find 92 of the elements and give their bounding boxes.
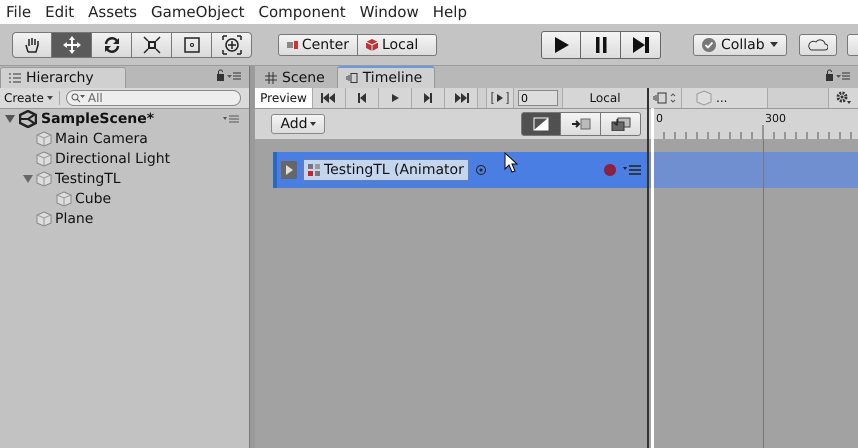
settings-button[interactable] bbox=[828, 88, 858, 108]
mouse-cursor-icon bbox=[504, 152, 518, 174]
menu-item[interactable]: Assets bbox=[88, 3, 137, 21]
caret-icon bbox=[770, 42, 778, 47]
panel-tab[interactable]: Scene bbox=[257, 68, 337, 88]
rect-icon bbox=[182, 34, 202, 54]
scene-name[interactable]: SampleScene* bbox=[41, 111, 219, 127]
mix-mode-button[interactable] bbox=[521, 112, 561, 136]
hand-tool-button[interactable] bbox=[12, 32, 52, 58]
hierarchy-item[interactable]: TestingTL bbox=[55, 171, 121, 187]
view-dropdown[interactable] bbox=[649, 88, 682, 108]
transport-button[interactable] bbox=[346, 88, 379, 108]
expand-arrow-icon[interactable] bbox=[23, 174, 33, 184]
play-icon[interactable] bbox=[281, 161, 297, 179]
replace-mode-icon bbox=[610, 117, 630, 131]
play-range-icon bbox=[491, 92, 509, 104]
menu-item[interactable]: GameObject bbox=[151, 3, 245, 21]
collab-button[interactable]: Collab bbox=[693, 34, 787, 56]
scale-icon bbox=[142, 34, 162, 54]
transform-icon bbox=[222, 34, 242, 54]
move-tool-button[interactable] bbox=[52, 32, 92, 58]
frame-field[interactable]: 0 bbox=[518, 90, 558, 106]
ruler-label: 300 bbox=[765, 112, 786, 125]
rotate-tool-button[interactable] bbox=[92, 32, 132, 58]
cube-icon bbox=[366, 38, 378, 50]
menu-item[interactable]: Component bbox=[258, 3, 346, 21]
breadcrumb[interactable]: ... bbox=[682, 88, 768, 108]
pivot-button[interactable]: Local bbox=[358, 34, 437, 56]
pivot-button[interactable]: Center bbox=[278, 34, 358, 56]
add-button[interactable]: Add bbox=[271, 114, 325, 134]
cube-icon bbox=[36, 211, 52, 227]
menu-item[interactable]: File bbox=[6, 3, 32, 21]
step-icon bbox=[632, 36, 650, 54]
unity-icon bbox=[19, 110, 37, 128]
ripple-mode-button[interactable] bbox=[561, 112, 601, 136]
cube-icon bbox=[36, 151, 52, 167]
panel-tab[interactable]: Timeline bbox=[336, 66, 436, 88]
transport-button[interactable] bbox=[313, 88, 346, 108]
replace-mode-button[interactable] bbox=[601, 112, 641, 136]
play-icon bbox=[552, 36, 570, 54]
lock-menu-icon[interactable] bbox=[217, 68, 241, 80]
play-range-button[interactable] bbox=[486, 88, 514, 108]
menu-icon[interactable] bbox=[223, 115, 239, 123]
cube-icon bbox=[36, 171, 52, 187]
animation-track[interactable]: TestingTL (Animator bbox=[273, 152, 647, 188]
list-icon bbox=[9, 73, 21, 83]
cloud-button[interactable] bbox=[798, 34, 837, 56]
cube-icon bbox=[36, 131, 52, 147]
transport-icon bbox=[453, 93, 469, 103]
search-field[interactable]: All bbox=[66, 90, 241, 106]
lock-menu-icon[interactable] bbox=[826, 68, 850, 80]
menu-item[interactable]: Window bbox=[360, 3, 419, 21]
step-button[interactable] bbox=[621, 30, 661, 58]
play-button[interactable] bbox=[541, 30, 581, 58]
target-icon[interactable] bbox=[474, 164, 487, 176]
time-space-button[interactable]: Local bbox=[562, 88, 647, 108]
menu-icon[interactable] bbox=[623, 165, 641, 175]
scale-tool-button[interactable] bbox=[132, 32, 172, 58]
grid-icon bbox=[265, 72, 277, 84]
check-icon bbox=[702, 38, 716, 52]
cloud-icon bbox=[808, 38, 828, 50]
hierarchy-item[interactable]: Main Camera bbox=[55, 131, 148, 147]
caret-icon bbox=[46, 96, 53, 100]
ripple-mode-icon bbox=[570, 117, 590, 131]
menu-item[interactable]: Help bbox=[432, 3, 467, 21]
cube-icon bbox=[56, 191, 72, 207]
rect-tool-button[interactable] bbox=[172, 32, 212, 58]
cube-icon bbox=[696, 90, 712, 106]
expand-arrow-icon[interactable] bbox=[5, 114, 15, 124]
gear-icon bbox=[836, 91, 852, 105]
transform-tool-button[interactable] bbox=[212, 32, 252, 58]
hierarchy-item[interactable]: Plane bbox=[55, 211, 94, 227]
preview-button[interactable]: Preview bbox=[255, 88, 313, 108]
transport-button[interactable] bbox=[412, 88, 445, 108]
create-button[interactable]: Create bbox=[4, 91, 60, 105]
animator-icon bbox=[307, 163, 321, 177]
caret-icon bbox=[310, 122, 316, 126]
transport-button[interactable] bbox=[445, 88, 478, 108]
transport-button[interactable] bbox=[379, 88, 412, 108]
move-icon bbox=[62, 34, 82, 54]
timeline-icon bbox=[346, 72, 358, 84]
transport-icon bbox=[321, 93, 337, 103]
pivot-icon bbox=[287, 40, 298, 50]
hierarchy-tab[interactable]: Hierarchy bbox=[0, 67, 126, 88]
menu-item[interactable]: Edit bbox=[45, 3, 74, 21]
view-icon bbox=[653, 92, 677, 104]
hierarchy-item[interactable]: Directional Light bbox=[55, 151, 170, 167]
hierarchy-item[interactable]: Cube bbox=[75, 191, 112, 207]
object-field[interactable]: TestingTL (Animator bbox=[303, 159, 469, 181]
mix-mode-icon bbox=[531, 117, 551, 131]
ruler-label: 0 bbox=[656, 112, 663, 125]
pause-button[interactable] bbox=[581, 30, 621, 58]
